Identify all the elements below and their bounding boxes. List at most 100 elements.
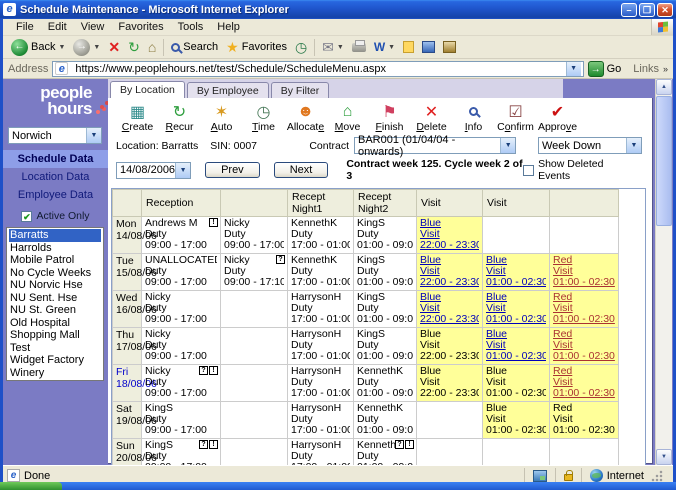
info-button[interactable]: Info bbox=[454, 102, 493, 133]
mail-dropdown-icon[interactable]: ▼ bbox=[337, 44, 344, 51]
location-item[interactable]: Winery bbox=[9, 367, 101, 380]
shift-cell[interactable]: Blue Visit 22:00 - 23:30 bbox=[416, 327, 483, 365]
approve-button[interactable]: ✔ Approve bbox=[538, 102, 577, 134]
scroll-up-icon[interactable]: ▲ bbox=[656, 79, 672, 95]
location-item[interactable]: Mobile Patrol bbox=[9, 254, 101, 267]
go-button[interactable]: → Go bbox=[587, 60, 621, 77]
visit-link[interactable]: 01:00 - 02:30 bbox=[553, 351, 615, 362]
week-mode-dropdown-icon[interactable]: ▼ bbox=[626, 138, 641, 153]
visit-link[interactable]: 01:00 - 02:30 bbox=[553, 314, 615, 325]
tab-by-filter[interactable]: By Filter bbox=[270, 82, 330, 98]
prev-button[interactable]: Prev bbox=[205, 162, 260, 178]
search-button[interactable]: Search bbox=[167, 37, 222, 58]
sidebar-item-schedule-data[interactable]: Schedule Data bbox=[3, 150, 108, 168]
visit-link[interactable]: Visit bbox=[553, 340, 615, 351]
menu-view[interactable]: View bbox=[74, 21, 112, 33]
menu-tools[interactable]: Tools bbox=[171, 21, 211, 33]
restore-button[interactable]: ❐ bbox=[639, 2, 655, 17]
shift-cell[interactable]: ? Nicky Duty 09:00 - 17:10 bbox=[220, 253, 288, 291]
next-button[interactable]: Next bbox=[273, 162, 329, 178]
messenger-button[interactable] bbox=[418, 37, 439, 58]
vertical-scrollbar[interactable]: ▲ ▼ bbox=[655, 79, 672, 465]
create-button[interactable]: ▦ Create bbox=[118, 102, 157, 134]
shift-cell[interactable]: Red Visit 01:00 - 02:30 bbox=[549, 327, 619, 365]
menu-file[interactable]: File bbox=[9, 21, 41, 33]
visit-link[interactable]: Visit bbox=[553, 266, 615, 277]
shift-cell[interactable]: KingS Duty 01:00 - 09:00 bbox=[353, 216, 417, 254]
visit-link[interactable]: Blue bbox=[486, 292, 546, 303]
visit-link[interactable]: 01:00 - 02:30 bbox=[486, 277, 546, 288]
shift-cell[interactable] bbox=[220, 327, 288, 365]
visit-link[interactable]: Blue bbox=[420, 255, 479, 266]
show-deleted-checkbox[interactable] bbox=[523, 164, 535, 176]
shift-cell[interactable]: Blue Visit 22:00 - 23:30 bbox=[416, 364, 483, 402]
visit-link[interactable]: Visit bbox=[486, 303, 546, 314]
visit-link[interactable]: 01:00 - 02:30 bbox=[553, 388, 615, 399]
visit-link[interactable]: Red bbox=[553, 292, 615, 303]
time-button[interactable]: ◷ Time bbox=[244, 102, 283, 134]
contract-dropdown-icon[interactable]: ▼ bbox=[500, 138, 515, 153]
back-button[interactable]: ← Back ▼ bbox=[7, 37, 69, 58]
shift-cell[interactable]: HarrysonHDuty17:00 - 01:00 bbox=[287, 364, 354, 402]
scroll-down-icon[interactable]: ▼ bbox=[656, 449, 672, 465]
recur-button[interactable]: ↻ Recur bbox=[160, 102, 199, 134]
visit-link[interactable]: Visit bbox=[553, 303, 615, 314]
visit-link[interactable]: Red bbox=[553, 329, 615, 340]
delete-button[interactable]: ✕ Delete bbox=[412, 102, 451, 134]
shift-cell[interactable]: HarrysonHDuty17:00 - 01:00 bbox=[287, 327, 354, 365]
shift-cell[interactable]: Blue Visit 22:00 - 23:30 bbox=[416, 216, 483, 254]
mail-button[interactable]: ✉ ▼ bbox=[318, 37, 348, 58]
shift-cell[interactable]: ! Andrews M Duty 09:00 - 17:00 bbox=[141, 216, 221, 254]
shift-cell[interactable]: Blue Visit 01:00 - 02:30 bbox=[482, 253, 550, 291]
shift-cell[interactable] bbox=[220, 438, 288, 465]
shift-cell[interactable]: UNALLOCATED Duty 09:00 - 17:00 bbox=[141, 253, 221, 291]
shift-cell[interactable]: Blue Visit 01:00 - 02:30 bbox=[482, 364, 550, 402]
shift-cell[interactable]: KennethK Duty 01:00 - 09:00 bbox=[353, 401, 417, 439]
active-only-checkbox[interactable]: ✔ bbox=[21, 210, 33, 222]
shift-cell[interactable]: Nicky Duty 09:00 - 17:00 bbox=[141, 327, 221, 365]
address-dropdown-icon[interactable]: ▼ bbox=[565, 61, 581, 76]
start-button-edge[interactable] bbox=[0, 482, 62, 490]
shift-cell[interactable]: Red Visit 01:00 - 02:30 bbox=[549, 364, 619, 402]
shift-cell[interactable] bbox=[220, 401, 288, 439]
shift-cell[interactable]: ?!KingSDuty09:00 - 17:00 bbox=[141, 438, 221, 465]
resize-grip[interactable] bbox=[650, 469, 663, 482]
region-select[interactable]: Norwich ▼ bbox=[8, 127, 102, 144]
visit-link[interactable]: Blue bbox=[420, 218, 479, 229]
shift-cell[interactable]: Nicky Duty 09:00 - 17:00 bbox=[141, 290, 221, 328]
visit-link[interactable]: Visit bbox=[553, 377, 615, 388]
shift-cell[interactable] bbox=[549, 216, 619, 254]
visit-link[interactable]: Blue bbox=[486, 329, 546, 340]
shift-cell[interactable]: Blue Visit 01:00 - 02:30 bbox=[482, 401, 550, 439]
sidebar-item-employee-data[interactable]: Employee Data bbox=[3, 186, 108, 204]
minimize-button[interactable]: – bbox=[621, 2, 637, 17]
menu-help[interactable]: Help bbox=[210, 21, 247, 33]
week-mode-select[interactable]: Week Down ▼ bbox=[538, 137, 642, 154]
location-item[interactable]: NU Norvic Hse bbox=[9, 279, 101, 292]
shift-cell[interactable]: KennethK Duty 01:00 - 09:00 bbox=[353, 364, 417, 402]
shift-cell[interactable] bbox=[482, 216, 550, 254]
address-input[interactable]: e https://www.peoplehours.net/test/Sched… bbox=[52, 60, 584, 77]
shift-cell[interactable] bbox=[549, 438, 619, 465]
location-item[interactable]: Test bbox=[9, 342, 101, 355]
visit-link[interactable]: Visit bbox=[420, 266, 479, 277]
tab-by-employee[interactable]: By Employee bbox=[186, 82, 269, 98]
shift-cell[interactable]: Red Visit 01:00 - 02:30 bbox=[549, 290, 619, 328]
date-select[interactable]: 14/08/2006 ▼ bbox=[116, 161, 192, 179]
visit-link[interactable]: 01:00 - 02:30 bbox=[553, 277, 615, 288]
shift-cell[interactable]: Blue Visit 01:00 - 02:30 bbox=[482, 290, 550, 328]
notes-button[interactable] bbox=[399, 37, 418, 58]
history-button[interactable]: ◷ bbox=[291, 37, 311, 58]
sidebar-item-location-data[interactable]: Location Data bbox=[3, 168, 108, 186]
refresh-button[interactable]: ↻ bbox=[124, 37, 144, 58]
visit-link[interactable]: 01:00 - 02:30 bbox=[486, 351, 546, 362]
auto-button[interactable]: ✶ Auto bbox=[202, 102, 241, 134]
shift-cell[interactable] bbox=[482, 438, 550, 465]
visit-link[interactable]: Visit bbox=[420, 303, 479, 314]
forward-button[interactable]: → ▼ bbox=[69, 37, 104, 58]
location-item[interactable]: Barratts bbox=[9, 229, 101, 242]
print-button[interactable] bbox=[348, 37, 370, 58]
research-button[interactable] bbox=[439, 37, 460, 58]
forward-dropdown-icon[interactable]: ▼ bbox=[93, 44, 100, 51]
edit-with-word-button[interactable]: W ▼ bbox=[370, 37, 399, 58]
